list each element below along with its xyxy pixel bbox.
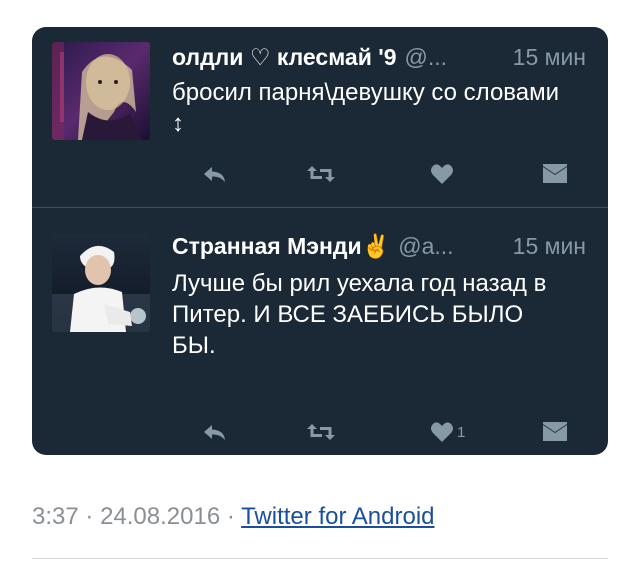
tweet[interactable]: Странная Мэнди✌️ @а... 15 мин Лучше бы ри… bbox=[32, 208, 608, 455]
timestamp[interactable]: 15 мин bbox=[513, 43, 586, 71]
retweet-icon bbox=[306, 422, 336, 442]
display-name[interactable]: Странная Мэнди✌️ bbox=[172, 233, 390, 259]
retweet-button[interactable] bbox=[306, 160, 336, 188]
tweet-text: Лучше бы рил уехала год назад в Питер. И… bbox=[172, 270, 547, 359]
tweet[interactable]: олдли ♡ клесмай '9 @... 15 мин бросил пар… bbox=[32, 27, 608, 207]
reply-button[interactable] bbox=[202, 160, 228, 188]
timestamp[interactable]: 15 мин bbox=[513, 232, 586, 260]
direct-message-button[interactable] bbox=[542, 418, 568, 446]
heart-icon bbox=[430, 421, 454, 443]
post-date: 24.08.2016 bbox=[100, 503, 221, 530]
direct-message-icon bbox=[542, 421, 568, 443]
reply-icon bbox=[202, 422, 228, 442]
heart-icon bbox=[430, 163, 454, 185]
direct-message-icon bbox=[542, 163, 568, 185]
meta-separator: · bbox=[85, 503, 94, 530]
divider bbox=[32, 558, 608, 559]
like-button[interactable]: 1 bbox=[430, 418, 465, 446]
meta-separator: · bbox=[226, 503, 235, 530]
post-time: 3:37 bbox=[32, 503, 79, 530]
source-link[interactable]: Twitter for Android bbox=[241, 503, 434, 530]
like-count: 1 bbox=[457, 423, 466, 441]
avatar[interactable] bbox=[52, 42, 150, 140]
avatar[interactable] bbox=[52, 234, 150, 332]
like-button[interactable] bbox=[430, 160, 457, 188]
display-name[interactable]: олдли ♡ клесмай '9 bbox=[172, 44, 397, 70]
tweet-header: Странная Мэнди✌️ @а... 15 мин bbox=[172, 232, 588, 260]
reply-icon bbox=[202, 164, 228, 184]
reply-button[interactable] bbox=[202, 418, 228, 446]
user-handle[interactable]: @а... bbox=[398, 233, 453, 259]
tweet-meta: 3:37 · 24.08.2016 · Twitter for Android bbox=[32, 503, 435, 531]
tweet-header: олдли ♡ клесмай '9 @... 15 мин bbox=[172, 43, 588, 71]
quoted-tweets-card: олдли ♡ клесмай '9 @... 15 мин бросил пар… bbox=[32, 27, 608, 455]
tweet-actions: 1 bbox=[172, 418, 592, 446]
tweet-actions bbox=[172, 160, 592, 188]
retweet-button[interactable] bbox=[306, 418, 336, 446]
user-handle[interactable]: @... bbox=[405, 44, 448, 70]
retweet-icon bbox=[306, 164, 336, 184]
direct-message-button[interactable] bbox=[542, 160, 568, 188]
tweet-text: бросил парня\девушку со словами ↕ bbox=[172, 79, 560, 137]
